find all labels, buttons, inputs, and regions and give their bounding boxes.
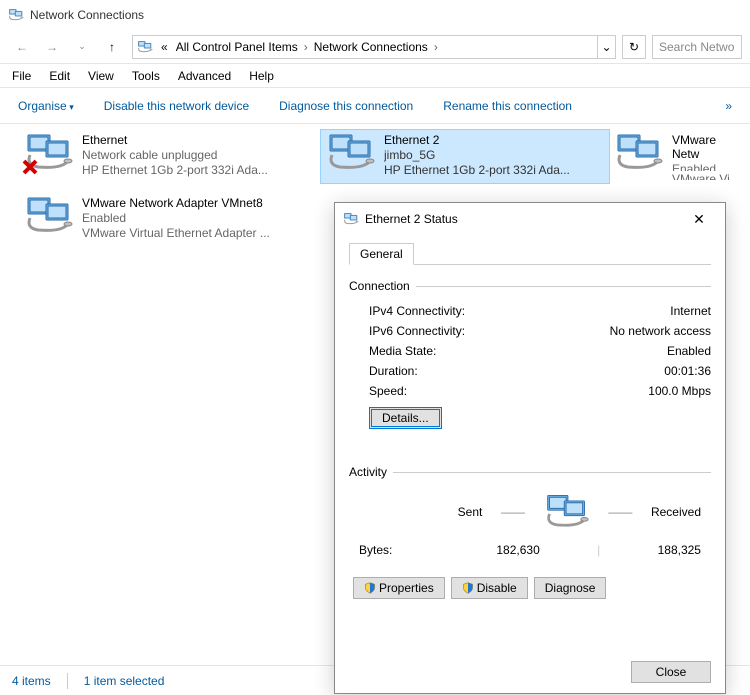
recent-dropdown[interactable]: ⌄: [68, 35, 96, 59]
connection-name: VMware Netw: [672, 133, 744, 161]
connection-name: Ethernet: [82, 133, 268, 147]
menu-edit[interactable]: Edit: [49, 69, 70, 83]
connection-adapter: VMware Virtual Ethernet Adapter ...: [82, 226, 270, 240]
address-bar[interactable]: « All Control Panel Items › Network Conn…: [132, 35, 616, 59]
status-item-count: 4 items: [12, 674, 51, 688]
crumb-prefix[interactable]: «: [157, 40, 172, 54]
rename-connection-button[interactable]: Rename this connection: [443, 99, 572, 113]
chevron-right-icon[interactable]: ›: [302, 40, 310, 54]
window-title: Network Connections: [30, 8, 144, 22]
menu-file[interactable]: File: [12, 69, 31, 83]
title-bar: Network Connections: [0, 0, 750, 30]
ipv4-label: IPv4 Connectivity:: [369, 304, 465, 318]
bytes-received: 188,325: [658, 543, 701, 557]
connection-group: Connection: [349, 279, 711, 293]
dialog-title-bar[interactable]: Ethernet 2 Status ✕: [335, 203, 725, 235]
shield-icon: [364, 582, 376, 594]
connection-adapter: VMware Virtua: [672, 172, 744, 181]
organise-button[interactable]: Organise: [18, 99, 74, 113]
connection-name: Ethernet 2: [384, 133, 570, 147]
menu-tools[interactable]: Tools: [132, 69, 160, 83]
up-button[interactable]: ↑: [98, 35, 126, 59]
connection-adapter: HP Ethernet 1Gb 2-port 332i Ada...: [82, 163, 268, 177]
ethernet-status-dialog: Ethernet 2 Status ✕ General Connection I…: [334, 202, 726, 694]
received-label: Received: [651, 505, 701, 519]
menu-help[interactable]: Help: [249, 69, 274, 83]
connection-item[interactable]: Ethernet 2jimbo_5GHP Ethernet 1Gb 2-port…: [320, 129, 610, 184]
address-dropdown[interactable]: ⌄: [597, 36, 615, 58]
media-label: Media State:: [369, 344, 436, 358]
menu-view[interactable]: View: [88, 69, 114, 83]
properties-button[interactable]: Properties: [353, 577, 445, 599]
shield-icon: [462, 582, 474, 594]
bytes-label: Bytes:: [359, 543, 439, 557]
speed-value: 100.0 Mbps: [648, 384, 711, 398]
dialog-title: Ethernet 2 Status: [365, 212, 681, 226]
diagnose-connection-button[interactable]: Diagnose this connection: [279, 99, 413, 113]
speed-label: Speed:: [369, 384, 407, 398]
menu-bar: File Edit View Tools Advanced Help: [0, 64, 750, 88]
disable-device-button[interactable]: Disable this network device: [104, 99, 249, 113]
network-icon: [8, 7, 24, 23]
sent-label: Sent: [458, 505, 483, 519]
chevron-right-icon[interactable]: ›: [432, 40, 440, 54]
crumb-control-panel[interactable]: All Control Panel Items: [172, 40, 302, 54]
search-input[interactable]: Search Netwo: [652, 35, 742, 59]
menu-advanced[interactable]: Advanced: [178, 69, 231, 83]
back-button[interactable]: ←: [8, 35, 36, 59]
status-selected-count: 1 item selected: [84, 674, 165, 688]
duration-value: 00:01:36: [664, 364, 711, 378]
adapter-icon: [326, 133, 376, 173]
media-value: Enabled: [667, 344, 711, 358]
tab-general[interactable]: General: [349, 243, 414, 265]
close-icon[interactable]: ✕: [681, 203, 717, 235]
refresh-button[interactable]: ↻: [622, 35, 646, 59]
details-button[interactable]: Details...: [369, 407, 442, 429]
activity-icon: [544, 493, 590, 531]
command-bar: Organise Disable this network device Dia…: [0, 88, 750, 124]
connection-item[interactable]: VMware NetwEnabledVMware Virtua: [608, 129, 750, 184]
connection-item[interactable]: EthernetNetwork cable unpluggedHP Ethern…: [18, 129, 308, 184]
disable-button[interactable]: Disable: [451, 577, 528, 599]
bytes-sent: 182,630: [496, 543, 539, 557]
ipv6-label: IPv6 Connectivity:: [369, 324, 465, 338]
navigation-row: ← → ⌄ ↑ « All Control Panel Items › Netw…: [0, 30, 750, 64]
connection-name: VMware Network Adapter VMnet8: [82, 196, 270, 210]
connection-status: jimbo_5G: [384, 148, 570, 162]
connection-status: Enabled: [82, 211, 270, 225]
diagnose-button[interactable]: Diagnose: [534, 577, 607, 599]
connection-status: Network cable unplugged: [82, 148, 268, 162]
connection-adapter: HP Ethernet 1Gb 2-port 332i Ada...: [384, 163, 570, 177]
forward-button[interactable]: →: [38, 35, 66, 59]
close-button[interactable]: Close: [631, 661, 711, 683]
adapter-icon: [24, 133, 74, 173]
activity-group: Activity: [349, 465, 711, 479]
connection-status: Enabled: [672, 162, 744, 171]
adapter-icon: [614, 133, 664, 173]
adapter-icon: [24, 196, 74, 236]
adapter-icon: [343, 211, 359, 227]
ipv4-value: Internet: [670, 304, 711, 318]
crumb-network-connections[interactable]: Network Connections: [310, 40, 432, 54]
overflow-button[interactable]: »: [725, 99, 732, 113]
duration-label: Duration:: [369, 364, 418, 378]
addr-icon: [137, 39, 153, 55]
ipv6-value: No network access: [610, 324, 711, 338]
connection-item[interactable]: VMware Network Adapter VMnet8EnabledVMwa…: [18, 192, 308, 247]
